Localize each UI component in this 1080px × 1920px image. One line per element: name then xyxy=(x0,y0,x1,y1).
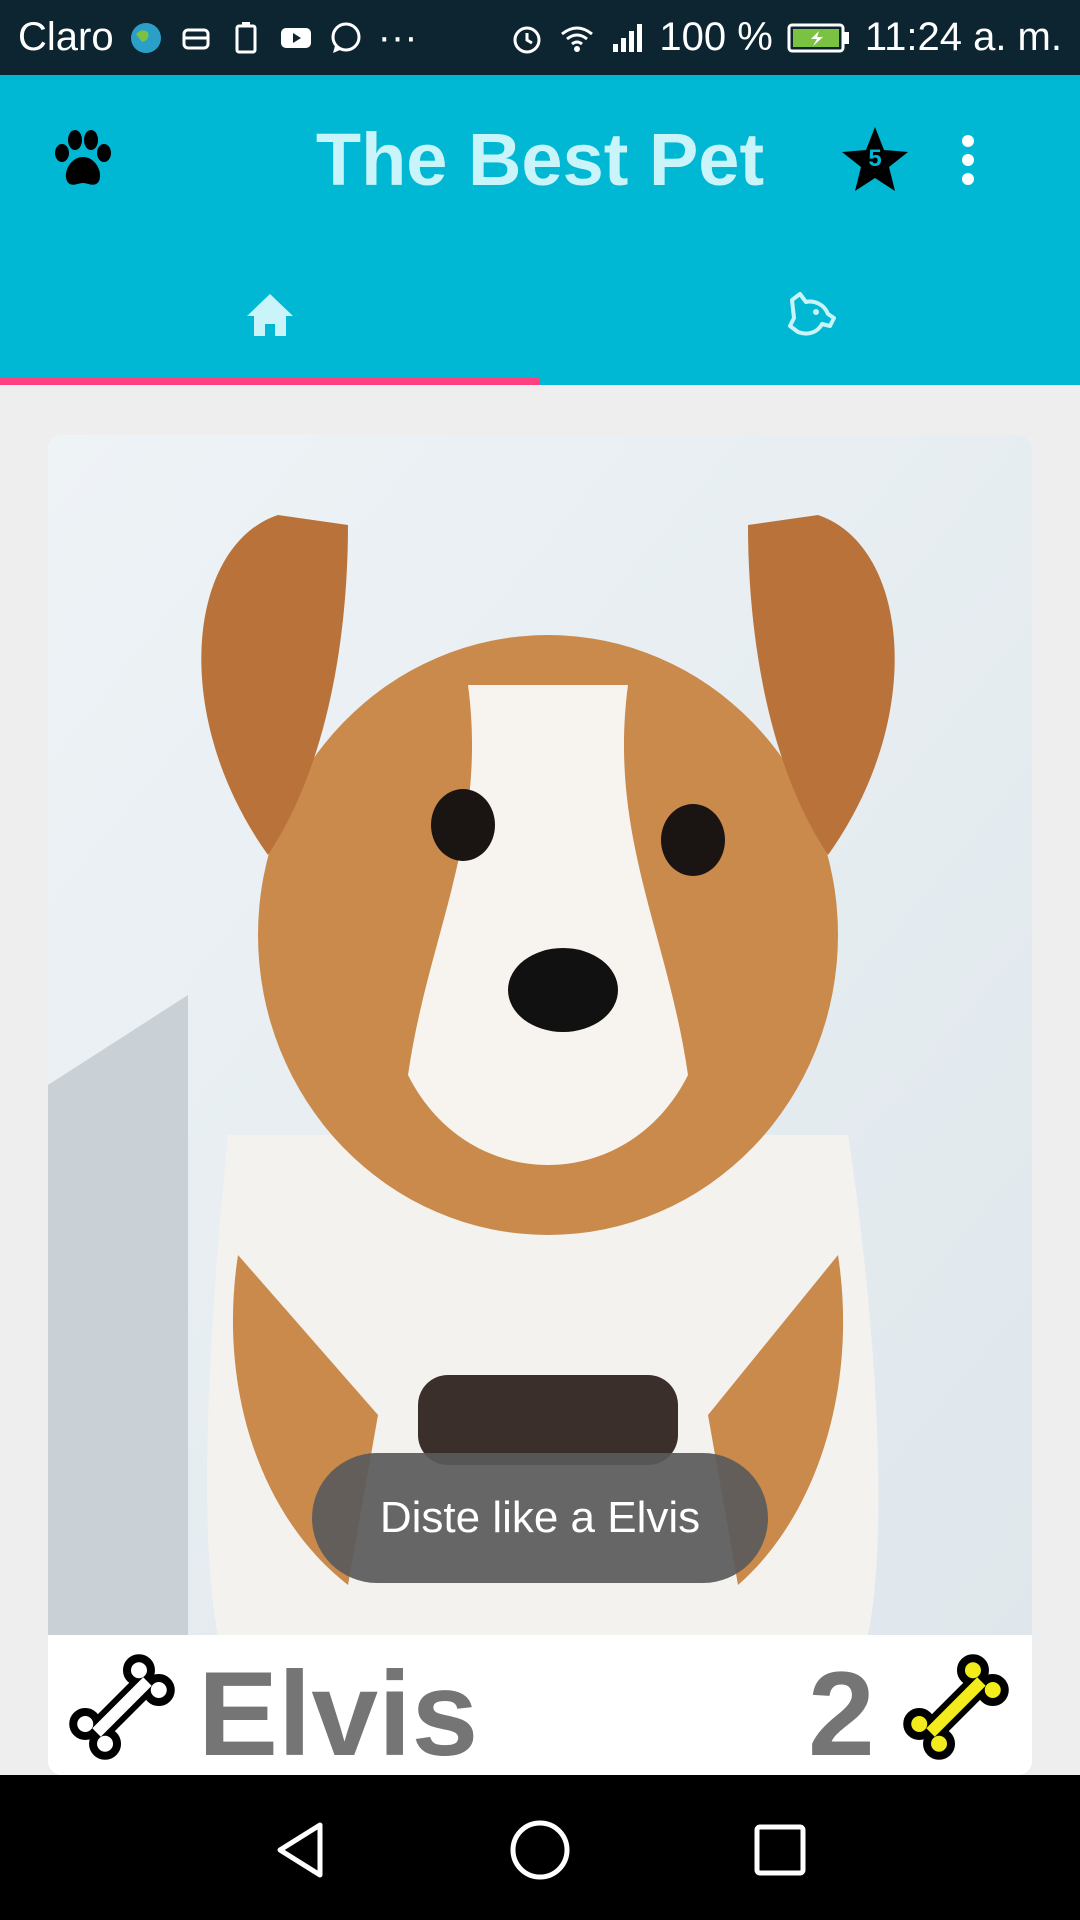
toolbar: The Best Pet 5 xyxy=(0,75,1080,245)
toast-message: Diste like a Elvis xyxy=(312,1453,768,1583)
tab-pet-profile[interactable] xyxy=(540,245,1080,385)
tab-bar xyxy=(0,245,1080,385)
notification-overflow: ··· xyxy=(377,15,418,59)
battery-icon xyxy=(787,23,849,52)
signal-icon xyxy=(613,23,643,52)
favorites-count: 5 xyxy=(868,145,882,172)
clock: 11:24 a. m. xyxy=(864,15,1062,59)
status-bar: Claro ··· 100 % 11:24 a. m. xyxy=(0,0,1080,75)
toast-text: Diste like a Elvis xyxy=(379,1493,701,1542)
carrier-label: Claro xyxy=(18,15,114,59)
recents-icon[interactable] xyxy=(745,1815,815,1885)
whatsapp-icon xyxy=(331,22,361,53)
app-title: The Best Pet xyxy=(315,118,765,201)
home-circle-icon[interactable] xyxy=(505,1815,575,1885)
system-nav-bar xyxy=(0,1775,1080,1920)
bone-outline-icon[interactable] xyxy=(62,1647,182,1767)
battery-alert-icon xyxy=(235,21,257,53)
globe-icon xyxy=(130,22,161,53)
home-icon xyxy=(247,294,293,336)
tab-indicator xyxy=(0,378,540,385)
back-icon[interactable] xyxy=(268,1815,338,1885)
battery-percent: 100 % xyxy=(659,15,773,59)
pet-name: Elvis xyxy=(198,1647,479,1775)
youtube-icon xyxy=(280,27,311,48)
tab-home[interactable] xyxy=(0,245,540,385)
android-icon xyxy=(182,28,210,49)
card-footer: Elvis 2 xyxy=(48,1635,1032,1775)
more-vert-icon[interactable] xyxy=(950,125,986,195)
app-bar: The Best Pet 5 xyxy=(0,75,1080,385)
alarm-icon xyxy=(513,26,541,53)
bone-filled-icon[interactable] xyxy=(896,1647,1016,1767)
wifi-icon xyxy=(561,26,594,52)
dog-head-icon xyxy=(788,292,836,336)
like-count: 2 xyxy=(808,1647,875,1775)
